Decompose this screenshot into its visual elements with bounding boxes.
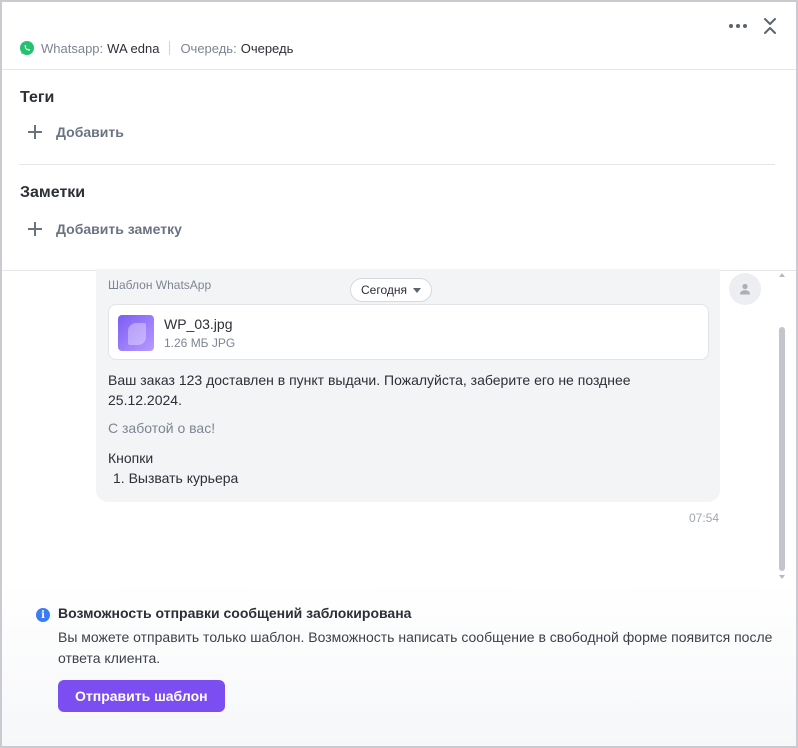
channel-value: WA edna	[107, 40, 160, 56]
template-label: Шаблон WhatsApp	[108, 278, 212, 292]
channel-label: Whatsapp:	[41, 40, 104, 56]
blocked-notice: i Возможность отправки сообщений заблоки…	[2, 580, 796, 746]
image-file-icon	[118, 315, 154, 351]
add-tag-label: Добавить	[56, 124, 124, 140]
more-horizontal-icon[interactable]	[728, 16, 748, 36]
chat-panel: Whatsapp: WA edna Очередь: Очередь Теги …	[0, 0, 798, 748]
plus-icon	[28, 125, 42, 139]
channel-info: Whatsapp: WA edna Очередь: Очередь	[19, 40, 293, 56]
section-divider	[19, 164, 775, 165]
message-signature: С заботой о вас!	[108, 420, 216, 436]
message-button-item: 1. Вызвать курьера	[113, 470, 239, 486]
divider	[169, 41, 171, 55]
tags-title: Теги	[20, 89, 55, 106]
date-chip[interactable]: Сегодня	[350, 278, 432, 302]
whatsapp-icon	[20, 41, 34, 55]
chat-area: Шаблон WhatsApp Сегодня WP_03.jpg 1.26 М…	[2, 269, 796, 580]
file-attachment[interactable]: WP_03.jpg 1.26 МБ JPG	[108, 304, 709, 360]
notes-title: Заметки	[20, 184, 86, 201]
collapse-icon[interactable]	[762, 16, 778, 36]
message-time: 07:54	[689, 511, 720, 525]
buttons-title: Кнопки	[108, 450, 154, 466]
add-note-button[interactable]: Добавить заметку	[28, 221, 182, 237]
template-message: Шаблон WhatsApp Сегодня WP_03.jpg 1.26 М…	[96, 269, 720, 502]
add-note-label: Добавить заметку	[56, 221, 182, 237]
plus-icon	[28, 222, 42, 236]
info-icon: i	[36, 608, 50, 622]
queue-value: Очередь	[240, 40, 294, 56]
panel-header: Whatsapp: WA edna Очередь: Очередь	[2, 2, 796, 70]
avatar	[729, 273, 761, 305]
scrollbar-thumb[interactable]	[779, 327, 785, 571]
header-actions	[728, 16, 778, 36]
file-name: WP_03.jpg	[164, 316, 233, 332]
queue-label: Очередь:	[180, 40, 237, 56]
scrollbar[interactable]	[778, 273, 786, 579]
send-template-button[interactable]: Отправить шаблон	[58, 680, 225, 712]
blocked-text: Вы можете отправить только шаблон. Возмо…	[58, 629, 773, 666]
add-tag-button[interactable]: Добавить	[28, 124, 124, 140]
file-meta: 1.26 МБ JPG	[164, 336, 236, 350]
user-icon	[740, 283, 750, 295]
caret-down-icon	[413, 287, 421, 293]
blocked-title: Возможность отправки сообщений заблокиро…	[58, 605, 412, 621]
scroll-up-icon[interactable]	[779, 273, 785, 277]
scroll-down-icon[interactable]	[779, 575, 785, 579]
message-body: Ваш заказ 123 доставлен в пункт выдачи. …	[108, 372, 631, 408]
date-chip-label: Сегодня	[361, 283, 407, 297]
